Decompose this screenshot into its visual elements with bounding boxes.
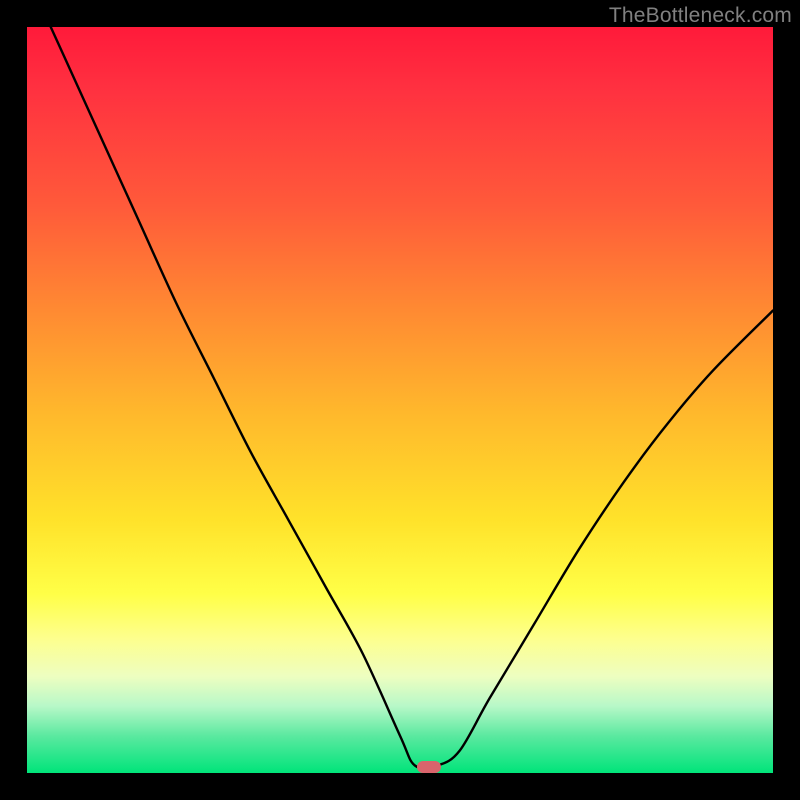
bottleneck-curve bbox=[27, 27, 773, 773]
bottleneck-marker bbox=[417, 761, 441, 773]
chart-frame: TheBottleneck.com bbox=[0, 0, 800, 800]
watermark-text: TheBottleneck.com bbox=[609, 4, 792, 28]
plot-area bbox=[27, 27, 773, 773]
